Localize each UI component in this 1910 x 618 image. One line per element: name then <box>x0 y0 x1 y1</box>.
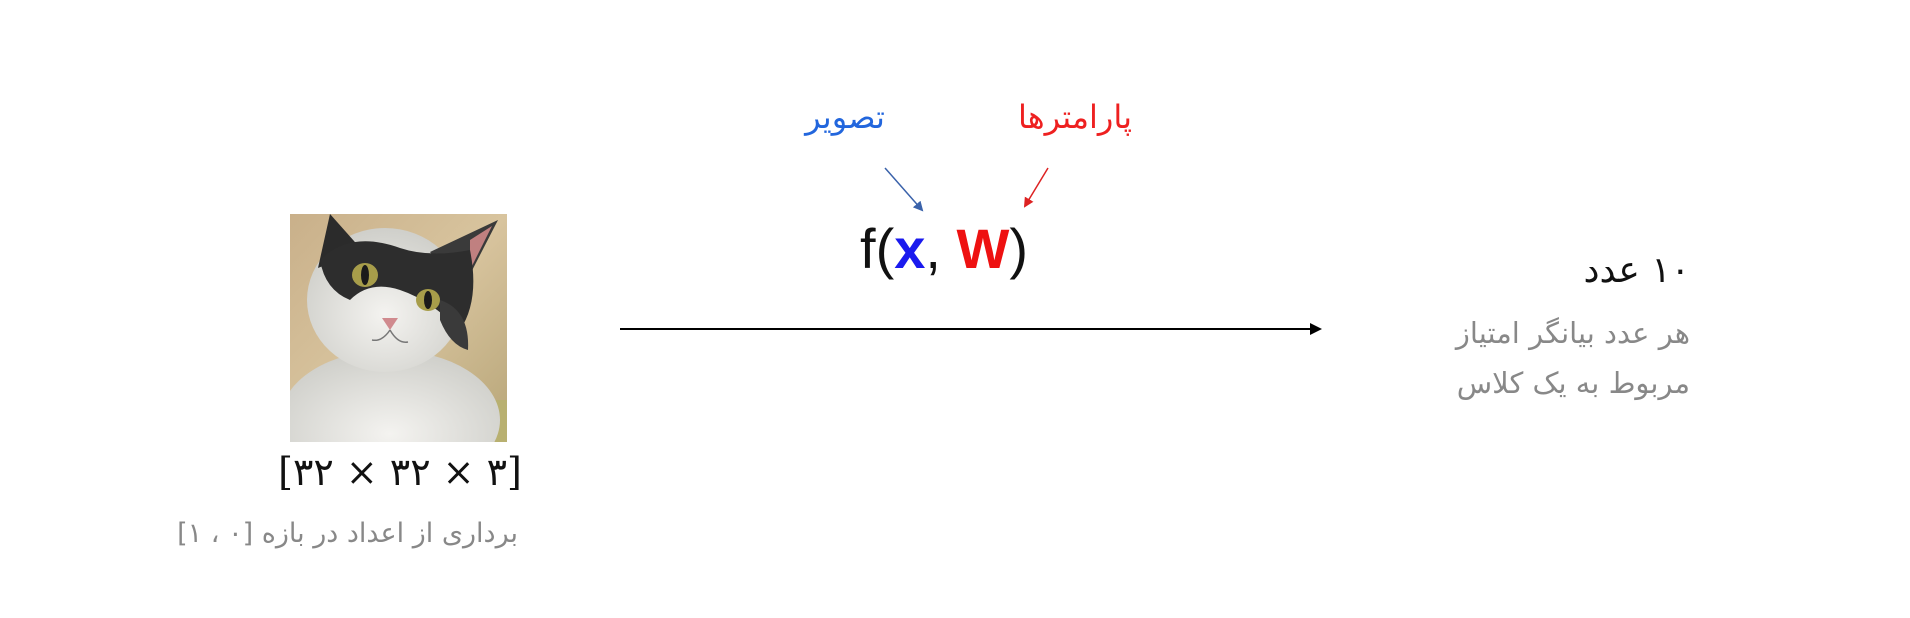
image-label-arrow <box>884 167 924 212</box>
params-label: پارامترها <box>1017 98 1133 136</box>
image-label: تصویر <box>805 98 885 136</box>
output-title: ۱۰ عدد <box>1583 250 1690 291</box>
output-description-line1: هر عدد بیانگر امتیاز <box>1455 316 1690 350</box>
output-description-line2: مربوط به یک کلاس <box>1456 366 1690 400</box>
function-name: f <box>860 217 876 280</box>
image-description: برداری از اعداد در بازه [۰ ، ۱] <box>177 518 518 549</box>
function-input-x: x <box>894 217 926 280</box>
cat-image <box>290 214 507 442</box>
image-dimensions: [۳۲ × ۳۲ × ۳] <box>278 450 522 494</box>
function-params-w: W <box>956 217 1010 280</box>
function-formula: f(x, W) <box>860 217 1029 280</box>
params-label-arrow <box>1023 167 1049 208</box>
